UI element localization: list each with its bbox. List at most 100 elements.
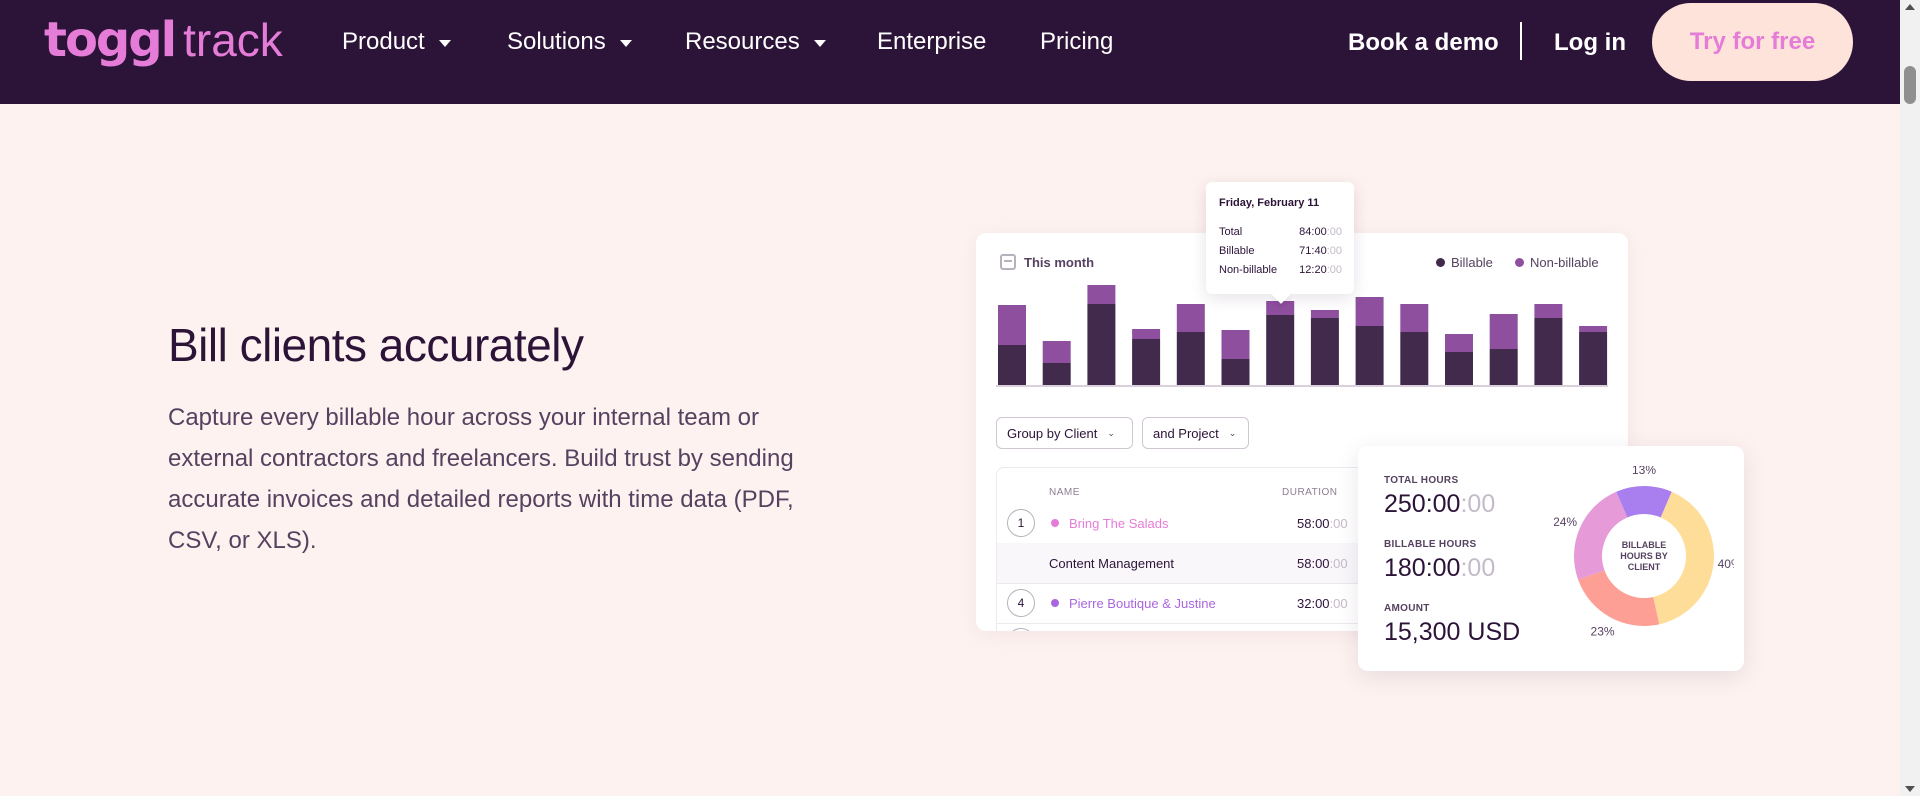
legend-billable-label: Billable	[1451, 255, 1493, 270]
nav-solutions-label: Solutions	[507, 28, 606, 55]
bar-billable[interactable]	[1400, 332, 1429, 385]
donut-center-label: BILLABLE	[1622, 540, 1667, 550]
bar-non-billable[interactable]	[1176, 304, 1205, 332]
group-by-client-select[interactable]: Group by Client ⌄	[996, 417, 1133, 449]
bar-non-billable[interactable]	[1221, 330, 1250, 359]
stacked-bar-chart	[996, 285, 1608, 387]
hero-title: Bill clients accurately	[168, 319, 584, 371]
bar-non-billable[interactable]	[1489, 314, 1518, 349]
nav-product[interactable]: Product	[342, 26, 451, 58]
bar-billable[interactable]	[1355, 326, 1384, 385]
bar-tooltip: Friday, February 11 Total 84:00:00 Billa…	[1206, 182, 1354, 294]
billable-hours-donut: 13% 40% 23% 24% BILLABLEHOURS BYCLIENT	[1554, 466, 1734, 638]
duration-seconds: :00	[1329, 515, 1348, 531]
tooltip-row-total: Total 84:00:00	[1219, 226, 1342, 238]
total-hours-seconds: :00	[1460, 490, 1496, 518]
and-project-select[interactable]: and Project ⌄	[1142, 417, 1249, 449]
tooltip-value: 84:00	[1299, 226, 1327, 238]
bar-non-billable[interactable]	[1042, 341, 1071, 363]
bar-non-billable[interactable]	[1355, 297, 1384, 326]
scroll-down-arrow-icon[interactable]	[1905, 786, 1915, 792]
donut-slice-label: 40%	[1718, 557, 1734, 571]
bar-billable[interactable]	[1489, 349, 1518, 385]
top-navbar: toggl track Product Solutions Resources …	[0, 0, 1900, 104]
chevron-down-icon	[813, 39, 826, 47]
period-label[interactable]: This month	[1024, 255, 1094, 270]
bar-non-billable[interactable]	[1534, 304, 1563, 318]
scroll-up-arrow-icon[interactable]	[1905, 4, 1915, 10]
donut-slice[interactable]	[1578, 570, 1660, 626]
amount-value: 15,300 USD	[1384, 618, 1521, 646]
row-number-badge-partial	[1007, 628, 1035, 631]
bar-non-billable[interactable]	[1445, 334, 1473, 352]
total-hours-value: 250:00:00	[1384, 490, 1495, 519]
bar-billable[interactable]	[1310, 318, 1339, 385]
tooltip-label: Total	[1219, 226, 1243, 238]
bar-billable[interactable]	[1087, 304, 1116, 385]
client-color-dot	[1051, 519, 1059, 527]
donut-center-label: HOURS BY	[1620, 551, 1668, 561]
tooltip-value-seconds: :00	[1326, 226, 1342, 238]
amount-label: AMOUNT	[1384, 603, 1430, 614]
legend-billable-dot	[1436, 258, 1445, 267]
try-for-free-button[interactable]: Try for free	[1652, 3, 1853, 81]
duration-value: 32:00	[1297, 595, 1330, 611]
donut-center-label: CLIENT	[1628, 562, 1661, 572]
login-link[interactable]: Log in	[1554, 27, 1626, 59]
duration-seconds: :00	[1329, 595, 1348, 611]
legend-non-billable-label: Non-billable	[1530, 255, 1599, 270]
nav-divider	[1520, 22, 1522, 60]
col-header-duration[interactable]: DURATION	[1282, 487, 1337, 498]
nav-resources[interactable]: Resources	[685, 26, 826, 58]
col-header-name[interactable]: NAME	[1049, 487, 1080, 498]
bar-non-billable[interactable]	[1087, 285, 1116, 304]
tooltip-value: 12:20	[1299, 264, 1327, 276]
page-scrollbar[interactable]	[1900, 0, 1920, 796]
bar-billable[interactable]	[1221, 359, 1250, 385]
tooltip-row-billable: Billable 71:40:00	[1219, 245, 1342, 257]
bar-billable[interactable]	[1176, 332, 1205, 385]
nav-solutions[interactable]: Solutions	[507, 26, 632, 58]
billable-hours-value: 180:00:00	[1384, 554, 1495, 583]
book-demo-link[interactable]: Book a demo	[1348, 27, 1499, 59]
row-duration: 58:00:00	[1297, 556, 1348, 571]
nav-product-label: Product	[342, 28, 425, 55]
legend-non-billable-dot	[1515, 258, 1524, 267]
project-name: Content Management	[1049, 555, 1175, 571]
nav-enterprise[interactable]: Enterprise	[877, 26, 986, 58]
bar-non-billable[interactable]	[1579, 326, 1608, 332]
nav-pricing[interactable]: Pricing	[1040, 26, 1113, 58]
row-number-badge: 4	[1007, 589, 1035, 617]
donut-slice-label: 13%	[1632, 466, 1656, 477]
and-project-label: and Project	[1153, 425, 1219, 441]
bar-non-billable[interactable]	[1400, 304, 1429, 332]
bar-billable[interactable]	[1445, 352, 1473, 385]
donut-slice[interactable]	[1574, 491, 1628, 580]
row-number-badge: 1	[1007, 509, 1035, 537]
total-hours-label: TOTAL HOURS	[1384, 475, 1459, 486]
chevron-down-icon	[619, 39, 632, 47]
bar-billable[interactable]	[1266, 315, 1295, 385]
bar-billable[interactable]	[998, 345, 1026, 385]
tooltip-value-seconds: :00	[1326, 264, 1342, 276]
client-name: Pierre Boutique & Justine	[1069, 595, 1216, 611]
bar-billable[interactable]	[1132, 339, 1161, 385]
chevron-down-icon: ⌄	[1107, 427, 1115, 438]
nav-pricing-label: Pricing	[1040, 28, 1114, 55]
bar-billable[interactable]	[1534, 318, 1563, 385]
bar-billable[interactable]	[1042, 363, 1071, 385]
bar-billable[interactable]	[1579, 332, 1608, 385]
chevron-down-icon	[438, 39, 451, 47]
row-duration: 58:00:00	[1297, 516, 1348, 531]
tooltip-row-non-billable: Non-billable 12:20:00	[1219, 264, 1342, 276]
bar-non-billable[interactable]	[1132, 329, 1161, 339]
bar-non-billable[interactable]	[1310, 310, 1339, 318]
scroll-thumb[interactable]	[1904, 66, 1916, 104]
toggl-track-logo[interactable]: toggl track	[44, 12, 283, 68]
bar-non-billable[interactable]	[998, 305, 1026, 345]
tooltip-label: Non-billable	[1219, 264, 1278, 276]
client-color-dot	[1051, 599, 1059, 607]
chevron-down-icon: ⌄	[1228, 427, 1237, 438]
billable-hours-label: BILLABLE HOURS	[1384, 539, 1477, 550]
donut-slice-label: 24%	[1554, 515, 1577, 529]
